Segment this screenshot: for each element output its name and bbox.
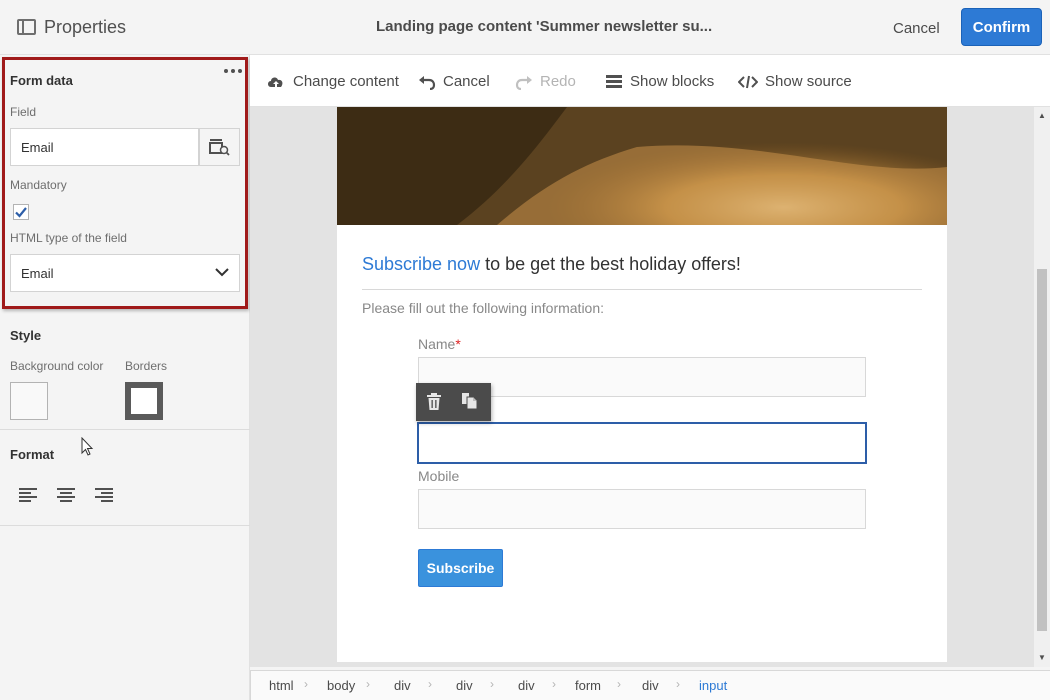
align-left-icon[interactable]	[19, 487, 39, 503]
form-data-section: Form data Field Email Mandatory HTML typ…	[2, 57, 248, 309]
background-color-swatch[interactable]	[10, 382, 48, 420]
crumb-html[interactable]: html	[269, 678, 294, 693]
format-title: Format	[10, 447, 55, 462]
mouse-cursor-icon	[81, 437, 94, 456]
html-type-select[interactable]: Email	[10, 254, 240, 292]
editor-toolbar: Change content Cancel Redo Show blocks S…	[250, 55, 1050, 107]
background-color-label: Background color	[10, 359, 104, 373]
panel-toggle-icon[interactable]	[17, 19, 36, 35]
html-type-value: Email	[21, 266, 54, 281]
required-asterisk: *	[455, 336, 461, 352]
field-browse-icon	[209, 139, 230, 156]
chevron-right-icon: ›	[676, 677, 680, 691]
headline-text: to be get the best holiday offers!	[480, 254, 741, 274]
subscribe-button[interactable]: Subscribe	[418, 549, 503, 587]
show-blocks-button[interactable]: Show blocks	[605, 73, 714, 90]
crumb-div[interactable]: div	[456, 678, 473, 693]
field-picker-button[interactable]	[199, 128, 240, 166]
style-title: Style	[10, 328, 42, 343]
checkmark-icon	[15, 207, 27, 218]
chevron-right-icon: ›	[617, 677, 621, 691]
blocks-icon	[606, 74, 622, 88]
top-bar: Properties Landing page content 'Summer …	[0, 0, 1050, 55]
duplicate-icon[interactable]	[461, 392, 479, 410]
field-label: Field	[10, 105, 37, 119]
breadcrumb: html › body › div › div › div › form › d…	[250, 670, 1050, 700]
undo-icon	[419, 75, 436, 90]
change-content-button[interactable]: Change content	[266, 73, 399, 90]
properties-title: Properties	[44, 17, 127, 37]
code-icon	[738, 75, 758, 88]
redo-button[interactable]: Redo	[515, 73, 576, 90]
beach-image	[337, 107, 947, 225]
mandatory-checkbox[interactable]	[13, 204, 29, 220]
chevron-right-icon: ›	[552, 677, 556, 691]
crumb-body[interactable]: body	[327, 678, 355, 693]
borders-label: Borders	[125, 359, 168, 373]
divider	[362, 289, 922, 290]
trash-icon[interactable]	[426, 393, 442, 411]
redo-label: Redo	[540, 73, 576, 90]
chevron-down-icon	[215, 268, 229, 277]
name-label: Name*	[418, 336, 461, 352]
undo-button[interactable]: Cancel	[418, 73, 490, 90]
chevron-right-icon: ›	[366, 677, 370, 691]
email-input-selected[interactable]	[417, 422, 867, 464]
scroll-down-icon[interactable]: ▼	[1038, 653, 1046, 662]
scroll-up-icon[interactable]: ▲	[1038, 111, 1046, 120]
redo-icon	[515, 75, 532, 90]
confirm-button[interactable]: Confirm	[961, 8, 1042, 46]
editor-canvas: Subscribe now to be get the best holiday…	[250, 107, 1034, 667]
mobile-input[interactable]	[418, 489, 866, 529]
undo-label: Cancel	[443, 73, 490, 90]
landing-page-preview: Subscribe now to be get the best holiday…	[337, 107, 947, 662]
block-toolbar	[416, 383, 491, 421]
hero-image[interactable]	[337, 107, 947, 225]
crumb-form[interactable]: form	[575, 678, 601, 693]
crumb-input[interactable]: input	[699, 678, 727, 693]
scroll-thumb[interactable]	[1037, 269, 1047, 631]
properties-panel: Form data Field Email Mandatory HTML typ…	[0, 55, 250, 700]
change-content-label: Change content	[293, 73, 399, 90]
crumb-div[interactable]: div	[394, 678, 411, 693]
cloud-upload-icon	[268, 76, 283, 89]
more-options-icon[interactable]	[224, 67, 244, 75]
show-source-label: Show source	[765, 73, 852, 90]
cancel-button[interactable]: Cancel	[893, 20, 940, 37]
form-data-title: Form data	[10, 73, 73, 88]
style-section: Style Background color Borders	[0, 320, 250, 430]
mobile-label: Mobile	[418, 468, 460, 484]
chevron-right-icon: ›	[490, 677, 494, 691]
html-type-label: HTML type of the field	[10, 231, 127, 245]
borders-swatch[interactable]	[125, 382, 163, 420]
canvas-scrollbar[interactable]: ▲ ▼	[1034, 107, 1050, 667]
align-right-icon[interactable]	[93, 487, 113, 503]
headline: Subscribe now to be get the best holiday…	[362, 254, 741, 275]
name-label-text: Name	[418, 336, 456, 352]
crumb-div[interactable]: div	[518, 678, 535, 693]
field-input[interactable]: Email	[10, 128, 199, 166]
intro-text: Please fill out the following informatio…	[362, 300, 605, 316]
chevron-right-icon: ›	[304, 677, 308, 691]
format-section: Format	[0, 431, 250, 526]
mandatory-label: Mandatory	[10, 178, 67, 192]
document-title: Landing page content 'Summer newsletter …	[376, 18, 713, 35]
chevron-right-icon: ›	[428, 677, 432, 691]
align-center-icon[interactable]	[56, 487, 76, 503]
show-blocks-label: Show blocks	[630, 73, 715, 90]
subscribe-now-link[interactable]: Subscribe now	[362, 254, 480, 274]
crumb-div[interactable]: div	[642, 678, 659, 693]
show-source-button[interactable]: Show source	[738, 73, 852, 90]
